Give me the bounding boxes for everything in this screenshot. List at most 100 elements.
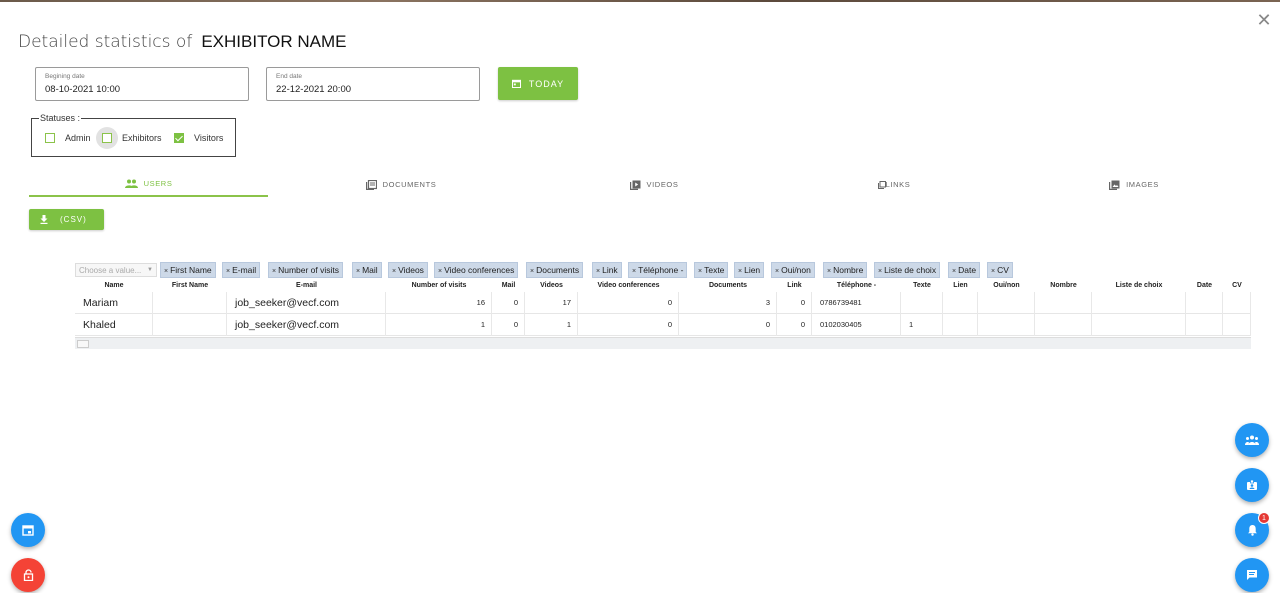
table-cell: [153, 314, 227, 336]
column-header[interactable]: Video conferences: [578, 280, 679, 292]
end-date-field[interactable]: End date 22-12-2021 20:00: [266, 67, 480, 101]
table-cell: 0102030405: [812, 314, 901, 336]
chip-remove-icon[interactable]: ×: [164, 268, 168, 275]
chip-label: Lien: [744, 265, 761, 275]
begin-date-field[interactable]: Begining date 08-10-2021 10:00: [35, 67, 249, 101]
column-header[interactable]: First Name: [153, 280, 227, 292]
chip-remove-icon[interactable]: ×: [356, 268, 360, 275]
chat-fab[interactable]: [1235, 558, 1269, 592]
column-header[interactable]: CV: [1223, 280, 1251, 292]
filter-chip[interactable]: × Mail: [352, 262, 382, 278]
chip-remove-icon[interactable]: ×: [698, 268, 702, 275]
calendar-fab[interactable]: [11, 513, 45, 547]
column-header[interactable]: Number of visits: [386, 280, 492, 292]
table-row[interactable]: Khaled job_seeker@vecf.com 1 0 1 0 0 0 010203040…: [75, 314, 1251, 336]
filter-chip[interactable]: × E-mail: [222, 262, 261, 278]
table-footer-toggle[interactable]: [77, 340, 89, 348]
chip-remove-icon[interactable]: ×: [827, 268, 831, 275]
visitors-label: Visitors: [194, 133, 224, 143]
tab-images[interactable]: IMAGES: [1014, 172, 1254, 197]
column-header[interactable]: Link: [777, 280, 812, 292]
exhibitors-label: Exhibitors: [122, 133, 162, 143]
filter-chip[interactable]: × Lien: [734, 262, 765, 278]
begin-date-value: 08-10-2021 10:00: [45, 84, 121, 95]
table-cell: [1035, 292, 1092, 314]
visitors-checkbox[interactable]: [174, 133, 184, 143]
column-header[interactable]: Oui/non: [978, 280, 1035, 292]
chip-remove-icon[interactable]: ×: [775, 268, 779, 275]
begin-date-label: Begining date: [45, 73, 85, 80]
tab-users[interactable]: USERS: [29, 172, 268, 197]
filter-chip[interactable]: × Documents: [526, 262, 584, 278]
column-header[interactable]: Name: [75, 280, 153, 292]
filter-chip[interactable]: × Texte: [694, 262, 729, 278]
filter-chip[interactable]: × Téléphone -: [628, 262, 688, 278]
chip-remove-icon[interactable]: ×: [272, 268, 276, 275]
statuses-group: Statuses : Admin Exhibitors Visitors: [31, 113, 236, 157]
chip-label: CV: [997, 265, 1009, 275]
users-fab[interactable]: [1235, 423, 1269, 457]
statuses-legend: Statuses :: [39, 113, 82, 123]
filter-chip[interactable]: × Video conferences: [434, 262, 519, 278]
table-cell: 0: [578, 292, 679, 314]
lock-fab[interactable]: [11, 558, 45, 592]
admin-checkbox[interactable]: [45, 133, 55, 143]
filter-chip[interactable]: × Date: [948, 262, 981, 278]
choose-value-select[interactable]: Choose a value... ▼: [75, 263, 157, 277]
badge-fab[interactable]: [1235, 468, 1269, 502]
tab-links[interactable]: LINKS: [774, 172, 1014, 197]
table-row[interactable]: Mariam job_seeker@vecf.com 16 0 17 0 3 0 0786739…: [75, 292, 1251, 314]
column-header[interactable]: Liste de choix: [1092, 280, 1186, 292]
exhibitors-checkbox[interactable]: [102, 133, 112, 143]
chip-remove-icon[interactable]: ×: [392, 268, 396, 275]
bell-icon: [1247, 525, 1257, 536]
column-header[interactable]: E-mail: [227, 280, 386, 292]
filter-chip[interactable]: × Oui/non: [771, 262, 815, 278]
table-cell: [1223, 292, 1251, 314]
filter-chip[interactable]: × Number of visits: [268, 262, 344, 278]
column-header[interactable]: Date: [1186, 280, 1223, 292]
column-header[interactable]: Videos: [525, 280, 578, 292]
today-button[interactable]: TODAY: [498, 67, 578, 100]
filter-chip[interactable]: × Link: [592, 262, 622, 278]
chip-remove-icon[interactable]: ×: [632, 268, 636, 275]
end-date-label: End date: [276, 73, 303, 80]
table-cell: [1186, 292, 1223, 314]
filter-chip[interactable]: × Videos: [388, 262, 428, 278]
filter-chip[interactable]: × CV: [987, 262, 1013, 278]
close-icon[interactable]: ✕: [1256, 11, 1272, 29]
chip-label: E-mail: [232, 265, 257, 275]
chip-remove-icon[interactable]: ×: [738, 268, 742, 275]
exhibitor-name: EXHIBITOR NAME: [201, 32, 347, 51]
table-cell: [978, 292, 1035, 314]
table-cell: 1: [386, 314, 492, 336]
column-header[interactable]: Nombre: [1035, 280, 1092, 292]
chip-remove-icon[interactable]: ×: [596, 268, 600, 275]
chip-remove-icon[interactable]: ×: [952, 268, 956, 275]
admin-label: Admin: [65, 133, 91, 143]
chip-label: Documents: [536, 265, 580, 275]
column-header[interactable]: Téléphone -: [812, 280, 901, 292]
chip-label: Mail: [362, 265, 378, 275]
tab-videos[interactable]: VIDEOS: [534, 172, 774, 197]
chip-label: Nombre: [833, 265, 864, 275]
tab-documents[interactable]: DOCUMENTS: [281, 172, 521, 197]
column-header[interactable]: Documents: [679, 280, 777, 292]
tab-users-label: USERS: [143, 179, 173, 188]
filter-chip[interactable]: × Nombre: [823, 262, 868, 278]
chip-remove-icon[interactable]: ×: [878, 268, 882, 275]
chip-remove-icon[interactable]: ×: [530, 268, 534, 275]
choose-value-placeholder: Choose a value...: [79, 266, 142, 275]
chip-remove-icon[interactable]: ×: [226, 268, 230, 275]
export-csv-button[interactable]: (CSV): [29, 209, 104, 230]
chip-label: Number of visits: [278, 265, 340, 275]
chip-remove-icon[interactable]: ×: [438, 268, 442, 275]
column-header[interactable]: Texte: [901, 280, 943, 292]
filter-chip[interactable]: × Liste de choix: [874, 262, 941, 278]
chip-remove-icon[interactable]: ×: [991, 268, 995, 275]
page-title: Detailed statistics of EXHIBITOR NAME: [18, 31, 346, 52]
badge-icon: [1247, 479, 1257, 490]
column-header[interactable]: Mail: [492, 280, 525, 292]
column-header[interactable]: Lien: [943, 280, 978, 292]
filter-chip[interactable]: × First Name: [160, 262, 216, 278]
